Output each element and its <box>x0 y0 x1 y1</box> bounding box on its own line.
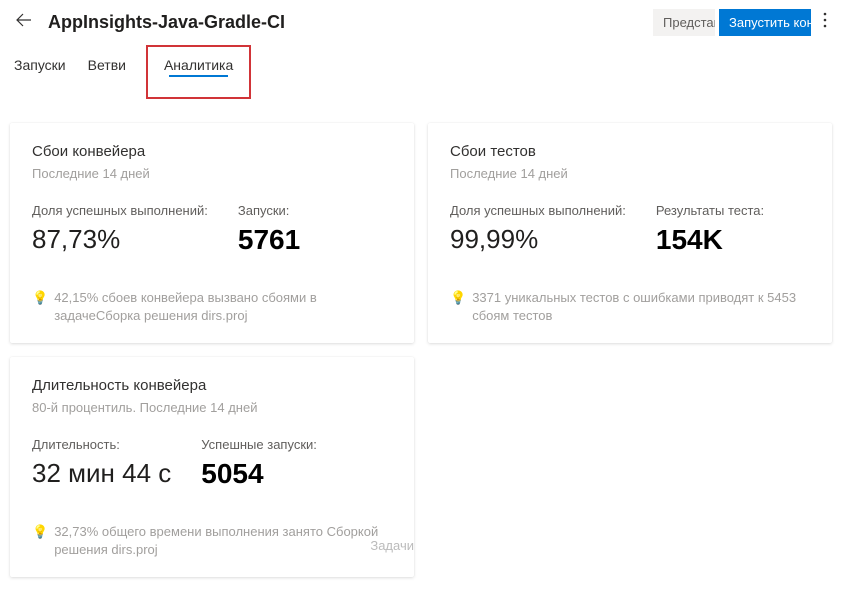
tab-analytics[interactable]: Аналитика <box>162 51 235 83</box>
metric-value: 154K <box>656 224 764 256</box>
metric-value: 5054 <box>201 458 317 490</box>
insight-text: 3371 уникальных тестов с ошибками привод… <box>472 289 810 325</box>
tab-branches[interactable]: Ветви <box>86 51 128 99</box>
insight-text: 42,15% сбоев конвейера вызвано сбоями в … <box>54 289 392 325</box>
more-button[interactable] <box>815 8 835 37</box>
tabs-bar: Запуски Ветви Аналитика <box>0 41 847 99</box>
metric-label: Результаты теста: <box>656 203 764 218</box>
card-test-failures[interactable]: Сбои тестов Последние 14 дней Доля успеш… <box>428 123 832 343</box>
insight-text: 32,73% общего времени выполнения занято … <box>54 523 392 559</box>
card-title: Длительность конвейера <box>32 377 392 394</box>
metric-label: Успешные запуски: <box>201 437 317 452</box>
card-subtitle: 80-й процентиль. Последние 14 дней <box>32 400 392 415</box>
lightbulb-icon: 💡 <box>450 289 466 325</box>
card-subtitle: Последние 14 дней <box>32 166 392 181</box>
metric-value: 5761 <box>238 224 300 256</box>
metric-value: 99,99% <box>450 224 626 255</box>
metric-label: Доля успешных выполнений: <box>450 203 626 218</box>
card-title: Сбои тестов <box>450 143 810 160</box>
page-title: AppInsights-Java-Gradle-CI <box>48 12 641 33</box>
card-subtitle: Последние 14 дней <box>450 166 810 181</box>
tab-runs[interactable]: Запуски <box>12 51 68 99</box>
view-button[interactable]: Представление <box>653 9 715 36</box>
lightbulb-icon: 💡 <box>32 523 48 559</box>
metric-label: Доля успешных выполнений: <box>32 203 208 218</box>
arrow-left-icon <box>16 12 32 28</box>
side-label: Задачи <box>370 538 414 553</box>
lightbulb-icon: 💡 <box>32 289 48 325</box>
run-pipeline-button[interactable]: Запустить конвейер <box>719 9 811 36</box>
metric-value: 32 мин 44 с <box>32 458 171 489</box>
metric-label: Запуски: <box>238 203 300 218</box>
card-pipeline-duration[interactable]: Длительность конвейера 80-й процентиль. … <box>10 357 414 577</box>
card-pipeline-failures[interactable]: Сбои конвейера Последние 14 дней Доля ус… <box>10 123 414 343</box>
more-vertical-icon <box>823 12 827 28</box>
back-button[interactable] <box>12 8 36 37</box>
metric-value: 87,73% <box>32 224 208 255</box>
card-title: Сбои конвейера <box>32 143 392 160</box>
highlight-box: Аналитика <box>146 45 251 99</box>
metric-label: Длительность: <box>32 437 171 452</box>
